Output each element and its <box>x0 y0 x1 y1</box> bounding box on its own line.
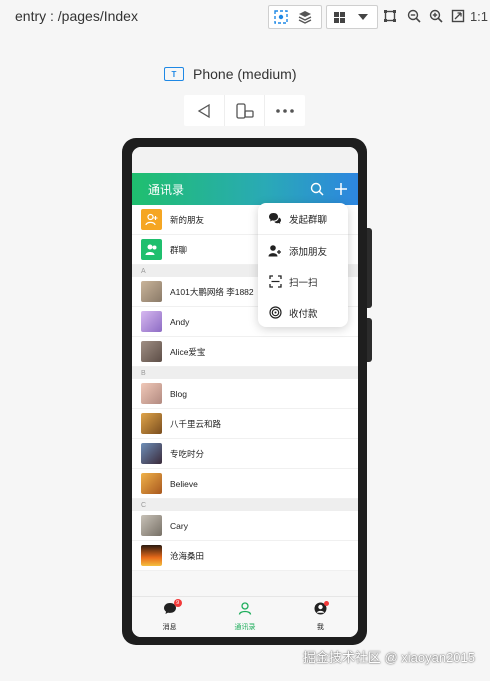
rotate-icon[interactable] <box>225 95 266 126</box>
menu-item-add-friend[interactable]: 添加朋友 <box>258 235 348 266</box>
tab-messages[interactable]: 9 消息 <box>132 597 207 637</box>
list-item-label: Cary <box>170 520 188 531</box>
add-icon[interactable] <box>334 182 348 196</box>
list-item[interactable]: 八千里云和路 <box>132 409 358 439</box>
watermark: 掘金技术社区 @ xiaoyan2015 <box>302 650 475 665</box>
section-header-b: B <box>132 367 358 379</box>
list-item[interactable]: Cary <box>132 511 358 541</box>
view-tools <box>268 5 322 29</box>
device-title: T Phone (medium) <box>164 66 297 82</box>
menu-item-label: 收付款 <box>289 308 318 320</box>
group-icon <box>141 239 162 260</box>
avatar <box>141 413 162 434</box>
more-icon[interactable] <box>265 95 305 126</box>
tab-label: 通讯录 <box>234 624 256 631</box>
list-item-label: 群聊 <box>170 244 188 255</box>
notification-dot <box>323 601 329 606</box>
search-icon[interactable] <box>310 182 324 196</box>
entry-path: entry : /pages/Index <box>15 8 138 24</box>
crop-icon[interactable] <box>380 6 400 26</box>
avatar <box>141 281 162 302</box>
contacts-icon <box>238 602 252 620</box>
menu-item-scan[interactable]: 扫一扫 <box>258 266 348 297</box>
list-item[interactable]: 专吃时分 <box>132 439 358 469</box>
grid-tools <box>326 5 378 29</box>
avatar <box>141 473 162 494</box>
device-actions <box>184 95 305 126</box>
back-icon[interactable] <box>184 95 225 126</box>
list-item-label: Andy <box>170 316 190 327</box>
list-item[interactable]: Blog <box>132 379 358 409</box>
tab-label: 我 <box>316 624 324 631</box>
profile-icon <box>314 601 329 620</box>
tab-me[interactable]: 我 <box>283 597 358 637</box>
menu-item-label: 发起群聊 <box>289 214 328 226</box>
tab-label: 消息 <box>162 624 177 631</box>
avatar <box>141 341 162 362</box>
chat-bubbles-icon <box>268 212 282 226</box>
inspect-icon[interactable] <box>269 6 293 28</box>
previewer-toolbar: entry : /pages/Index 1:1 <box>0 0 490 32</box>
dropdown-icon[interactable] <box>351 6 375 28</box>
volume-button <box>367 228 372 308</box>
chat-icon: 9 <box>163 599 182 620</box>
menu-item-label: 添加朋友 <box>289 246 328 258</box>
list-item-label: Blog <box>170 388 188 399</box>
add-menu-popup: 发起群聊 添加朋友 扫一扫 收付款 <box>258 203 348 327</box>
avatar <box>141 515 162 536</box>
page-title: 通讯录 <box>148 182 185 197</box>
list-item[interactable]: Believe <box>132 469 358 499</box>
avatar <box>141 443 162 464</box>
list-item[interactable]: Alice爱宝 <box>132 337 358 367</box>
zoom-out-icon[interactable] <box>404 6 424 26</box>
list-item-label: 沧海桑田 <box>170 550 205 561</box>
list-item-label: 八千里云和路 <box>170 418 222 429</box>
payment-icon <box>268 306 282 320</box>
device-icon: T <box>164 67 184 81</box>
tab-contacts[interactable]: 通讯录 <box>207 597 282 637</box>
zoom-in-icon[interactable] <box>426 6 446 26</box>
unread-badge: 9 <box>173 599 182 607</box>
menu-item-payment[interactable]: 收付款 <box>258 297 348 328</box>
section-header-c: C <box>132 499 358 511</box>
avatar <box>141 545 162 566</box>
list-item-label: 专吃时分 <box>170 448 205 459</box>
fit-icon[interactable] <box>448 6 468 26</box>
scale-button[interactable]: 1:1 <box>469 6 489 26</box>
menu-item-group-chat[interactable]: 发起群聊 <box>258 203 348 235</box>
device-name: Phone (medium) <box>193 66 297 82</box>
avatar <box>141 311 162 332</box>
grid-icon[interactable] <box>327 6 351 28</box>
menu-item-label: 扫一扫 <box>289 277 318 289</box>
add-friend-icon <box>268 244 282 258</box>
list-item-label: 新的朋友 <box>170 214 205 225</box>
list-item-label: Believe <box>170 478 198 489</box>
layers-icon[interactable] <box>293 6 317 28</box>
power-button <box>367 318 372 362</box>
scan-icon <box>268 275 282 289</box>
app-bar: 通讯录 <box>132 173 358 205</box>
list-item[interactable]: 沧海桑田 <box>132 541 358 571</box>
list-item-label: A101大鹏网络 李1882 <box>170 286 254 297</box>
new-friend-icon <box>141 209 162 230</box>
avatar <box>141 383 162 404</box>
list-item-label: Alice爱宝 <box>170 346 206 357</box>
status-bar <box>132 147 358 173</box>
tab-bar: 9 消息 通讯录 我 <box>132 596 358 637</box>
